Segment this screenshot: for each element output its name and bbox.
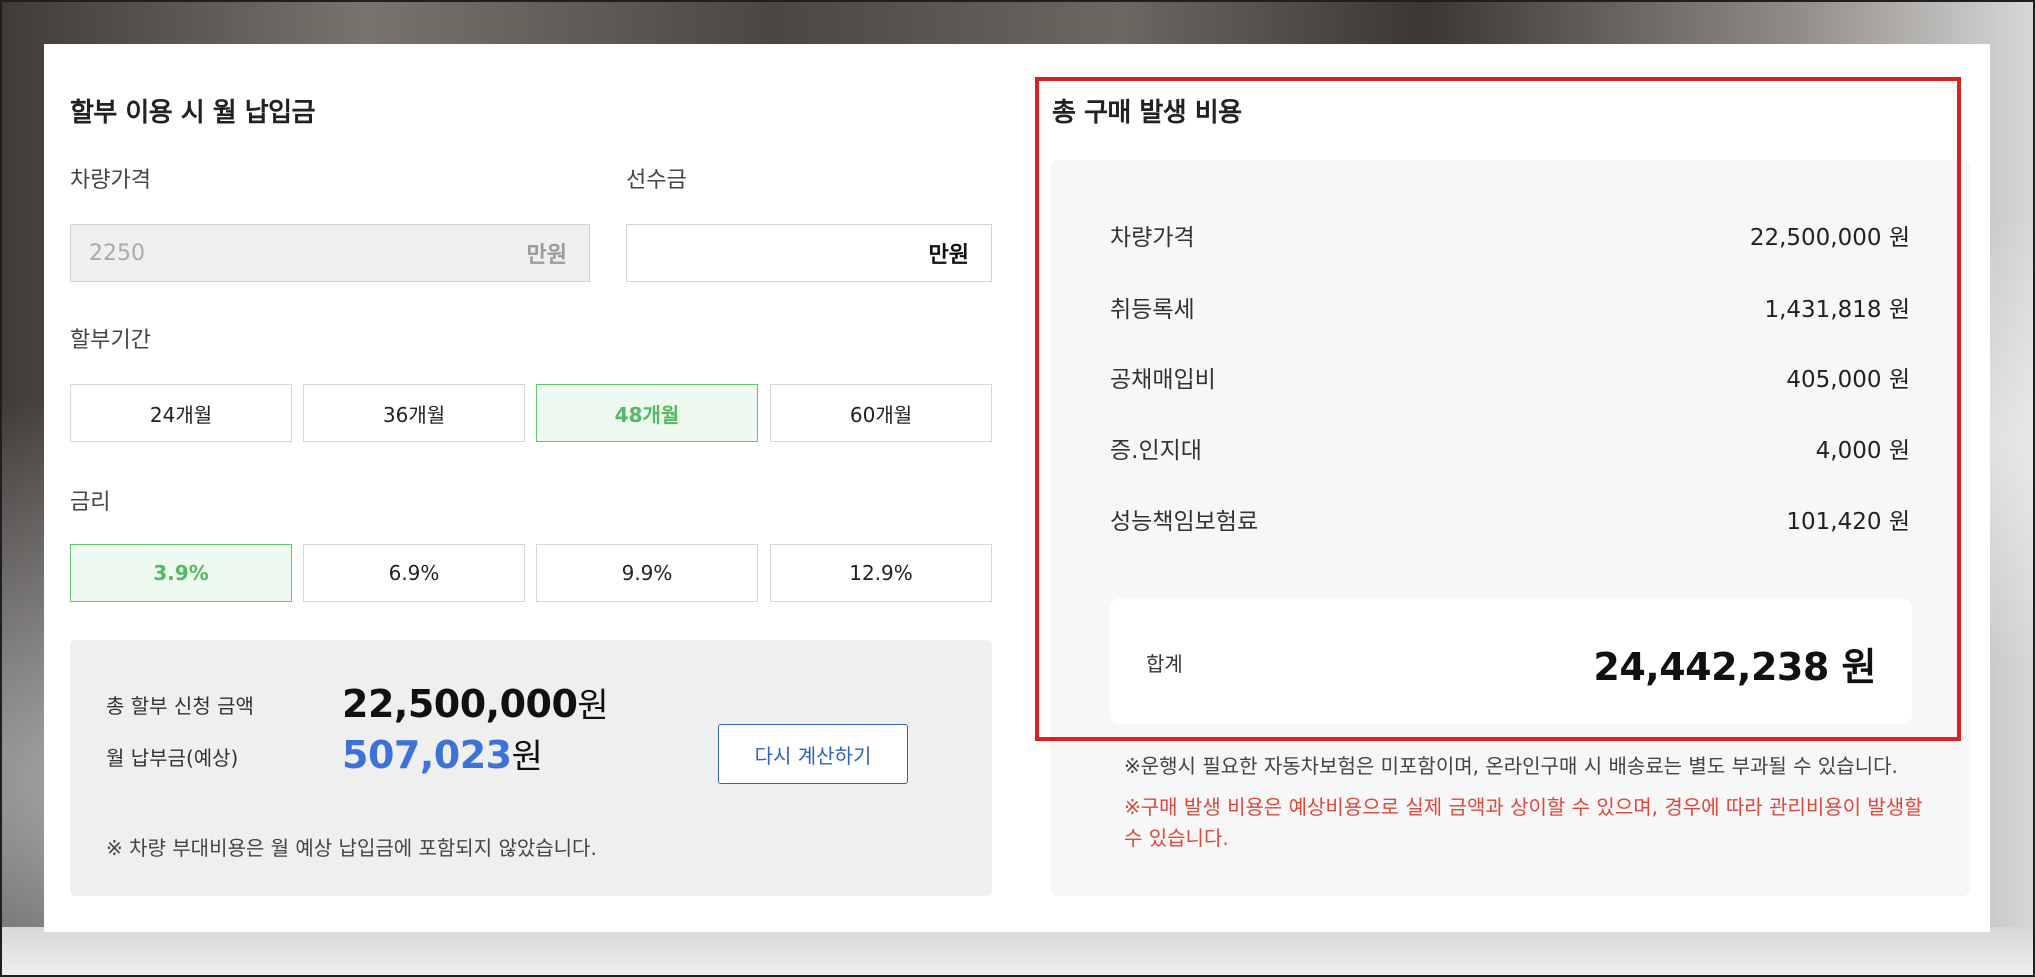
period-option-24[interactable]: 24개월 <box>70 384 292 442</box>
installment-title: 할부 이용 시 월 납입금 <box>70 98 316 128</box>
down-payment-label: 선수금 <box>626 168 687 193</box>
footnote-insurance: ※운행시 필요한 자동차보험은 미포함이며, 온라인구매 시 배송료는 별도 부… <box>1124 754 1898 778</box>
summary-note: ※ 차량 부대비용은 월 예상 납입금에 포함되지 않았습니다. <box>106 836 597 860</box>
installment-summary: 총 할부 신청 금액 22,500,000원 월 납부금(예상) 507,023… <box>70 640 992 896</box>
cost-value-vehicle-price: 22,500,000 원 <box>1749 225 1910 251</box>
rate-option-3-9[interactable]: 3.9% <box>70 544 292 602</box>
vehicle-price-unit: 만원 <box>526 243 567 268</box>
cost-value-bond: 405,000 원 <box>1786 367 1910 393</box>
rate-option-6-9[interactable]: 6.9% <box>303 544 525 602</box>
monthly-payment-unit: 원 <box>511 737 543 777</box>
vehicle-price-label: 차량가격 <box>70 168 151 193</box>
cost-label-bond: 공채매입비 <box>1110 367 1216 393</box>
cost-value-insurance: 101,420 원 <box>1786 509 1910 535</box>
cost-label-acquisition-tax: 취등록세 <box>1110 297 1195 323</box>
total-box: 합계 24,442,238 원 <box>1110 598 1912 724</box>
down-payment-unit: 만원 <box>928 243 969 268</box>
cost-label-stamp: 증.인지대 <box>1110 438 1202 464</box>
monthly-payment-label: 월 납부금(예상) <box>106 746 239 770</box>
costs-title: 총 구매 발생 비용 <box>1052 98 1242 128</box>
period-option-48[interactable]: 48개월 <box>536 384 758 442</box>
period-label: 할부기간 <box>70 328 151 353</box>
total-installment-number: 22,500,000 <box>342 682 578 726</box>
total-label: 합계 <box>1146 652 1183 676</box>
footnote-estimate: ※구매 발생 비용은 예상비용으로 실제 금액과 상이할 수 있으며, 경우에 … <box>1124 795 1923 850</box>
background-bottom <box>0 927 2035 977</box>
total-installment-unit: 원 <box>577 686 609 726</box>
vehicle-price-field: 2250 만원 <box>70 224 590 282</box>
monthly-payment-amount: 507,023원 <box>342 729 543 778</box>
down-payment-field[interactable]: 만원 <box>626 224 992 282</box>
rate-option-9-9[interactable]: 9.9% <box>536 544 758 602</box>
cost-label-vehicle-price: 차량가격 <box>1110 225 1195 251</box>
total-installment-label: 총 할부 신청 금액 <box>106 694 254 718</box>
cost-value-stamp: 4,000 원 <box>1815 438 1910 464</box>
rate-option-12-9[interactable]: 12.9% <box>770 544 992 602</box>
vehicle-price-value: 2250 <box>89 240 145 266</box>
monthly-payment-number: 507,023 <box>342 733 512 777</box>
period-option-60[interactable]: 60개월 <box>770 384 992 442</box>
cost-value-acquisition-tax: 1,431,818 원 <box>1764 297 1910 323</box>
period-option-36[interactable]: 36개월 <box>303 384 525 442</box>
cost-label-insurance: 성능책임보험료 <box>1110 509 1259 535</box>
total-value: 24,442,238 원 <box>1593 645 1876 689</box>
rate-label: 금리 <box>70 490 111 515</box>
costs-panel: 차량가격 22,500,000 원 취등록세 1,431,818 원 공채매입비… <box>1050 160 1970 896</box>
recalculate-button[interactable]: 다시 계산하기 <box>718 724 908 784</box>
total-installment-amount: 22,500,000원 <box>342 678 609 727</box>
